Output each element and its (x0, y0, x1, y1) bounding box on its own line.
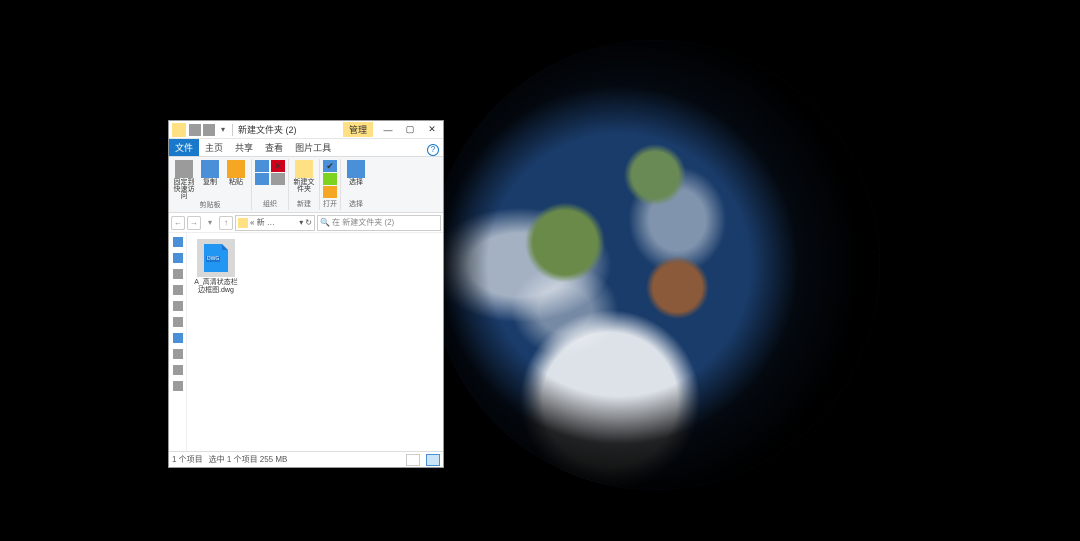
edit-button[interactable] (323, 186, 337, 198)
drive3-icon[interactable] (173, 317, 183, 327)
minimize-button[interactable]: — (377, 121, 399, 139)
group-label-clipboard: 剪贴板 (172, 200, 248, 210)
view-details-button[interactable] (406, 454, 420, 466)
new-folder-button[interactable]: 新建文件夹 (292, 160, 316, 193)
qat-dropdown-icon[interactable]: ▾ (217, 124, 229, 136)
drive2-icon[interactable] (173, 301, 183, 311)
group-label-organize: 组织 (255, 199, 285, 209)
pin-quickaccess-button[interactable]: 固定到快速访问 (172, 160, 196, 200)
nav-item-icon[interactable] (173, 381, 183, 391)
status-bar: 1 个项目 选中 1 个项目 255 MB (169, 451, 443, 467)
dwg-file-icon: DWG (204, 244, 228, 272)
forward-button[interactable]: → (187, 216, 201, 230)
group-label-select: 选择 (344, 199, 368, 209)
file-name: A_高清状态栏边框图.dwg (193, 279, 239, 294)
ribbon-tabs: 文件 主页 共享 查看 图片工具 ? (169, 139, 443, 157)
select-icon (347, 160, 365, 178)
rename-button[interactable] (271, 173, 285, 185)
maximize-button[interactable]: ▢ (399, 121, 421, 139)
breadcrumb[interactable]: « 新 … (250, 217, 275, 228)
search-placeholder: 在 新建文件夹 (2) (332, 217, 394, 228)
window-controls: — ▢ ✕ (377, 121, 443, 139)
recent-dropdown[interactable]: ▾ (203, 216, 217, 230)
qat-properties-icon[interactable] (189, 124, 201, 136)
open-button[interactable] (323, 173, 337, 185)
ribbon-group-organize: ✕ 组织 (252, 159, 289, 210)
tab-share[interactable]: 共享 (229, 139, 259, 156)
copy-icon (201, 160, 219, 178)
nav-item-icon[interactable] (173, 349, 183, 359)
copy-to-button[interactable] (255, 173, 269, 185)
pin-label: 固定到快速访问 (172, 179, 196, 200)
file-type-tag: DWG (206, 256, 220, 262)
address-dropdown-icon[interactable]: ▾ (299, 218, 303, 227)
properties-button[interactable]: ✔ (323, 160, 337, 172)
tab-file[interactable]: 文件 (169, 139, 199, 156)
delete-button[interactable]: ✕ (271, 160, 285, 172)
address-bar-row: ← → ▾ ↑ « 新 … ▾ ↻ 🔍 在 新建文件夹 (2) (169, 213, 443, 233)
search-box[interactable]: 🔍 在 新建文件夹 (2) (317, 215, 441, 231)
address-bar[interactable]: « 新 … ▾ ↻ (235, 215, 315, 231)
context-tab-manage[interactable]: 管理 (343, 122, 373, 137)
quick-access-toolbar: ▾ (189, 124, 229, 136)
title-bar[interactable]: ▾ 新建文件夹 (2) 管理 — ▢ ✕ (169, 121, 443, 139)
file-thumbnail: DWG (197, 239, 235, 277)
select-button[interactable]: 选择 (344, 160, 368, 186)
view-large-icons-button[interactable] (426, 454, 440, 466)
window-title: 新建文件夹 (2) (236, 123, 343, 136)
search-icon: 🔍 (320, 218, 330, 227)
ribbon: 固定到快速访问 复制 粘贴 剪贴板 ✕ (169, 157, 443, 213)
explorer-body: DWG A_高清状态栏边框图.dwg (169, 233, 443, 451)
newfolder-label: 新建文件夹 (292, 179, 316, 193)
help-icon[interactable]: ? (427, 144, 439, 156)
ribbon-group-new: 新建文件夹 新建 (289, 159, 320, 210)
window-folder-icon (172, 123, 186, 137)
ribbon-group-clipboard: 固定到快速访问 复制 粘贴 剪贴板 (169, 159, 252, 210)
network-icon[interactable] (173, 333, 183, 343)
tab-home[interactable]: 主页 (199, 139, 229, 156)
ribbon-group-select: 选择 选择 (341, 159, 371, 210)
copy-button[interactable]: 复制 (198, 160, 222, 186)
nav-item-icon[interactable] (173, 365, 183, 375)
back-button[interactable]: ← (171, 216, 185, 230)
nav-pane[interactable] (169, 233, 187, 451)
newfolder-icon (295, 160, 313, 178)
paste-label: 粘贴 (229, 179, 243, 186)
up-button[interactable]: ↑ (219, 216, 233, 230)
close-button[interactable]: ✕ (421, 121, 443, 139)
move-to-button[interactable] (255, 160, 269, 172)
paste-button[interactable]: 粘贴 (224, 160, 248, 186)
address-folder-icon (238, 218, 248, 228)
qat-newfolder-icon[interactable] (203, 124, 215, 136)
tab-picture-tools[interactable]: 图片工具 (289, 139, 337, 156)
group-label-open: 打开 (323, 199, 337, 209)
file-item[interactable]: DWG A_高清状态栏边框图.dwg (193, 239, 239, 294)
separator (232, 124, 233, 136)
select-label: 选择 (349, 179, 363, 186)
file-explorer-window: ▾ 新建文件夹 (2) 管理 — ▢ ✕ 文件 主页 共享 查看 图片工具 ? … (168, 120, 444, 468)
ribbon-group-open: ✔ 打开 (320, 159, 341, 210)
content-area[interactable]: DWG A_高清状态栏边框图.dwg (187, 233, 443, 451)
tab-view[interactable]: 查看 (259, 139, 289, 156)
quick-access-icon[interactable] (173, 237, 183, 247)
group-label-new: 新建 (292, 199, 316, 209)
drive-icon[interactable] (173, 285, 183, 295)
status-selection: 选中 1 个项目 255 MB (209, 454, 288, 465)
pin-icon (175, 160, 193, 178)
refresh-button[interactable]: ↻ (305, 218, 312, 227)
thispc-icon[interactable] (173, 269, 183, 279)
copy-label: 复制 (203, 179, 217, 186)
onedrive-icon[interactable] (173, 253, 183, 263)
earth-image (430, 40, 880, 490)
status-item-count: 1 个项目 (172, 454, 203, 465)
paste-icon (227, 160, 245, 178)
